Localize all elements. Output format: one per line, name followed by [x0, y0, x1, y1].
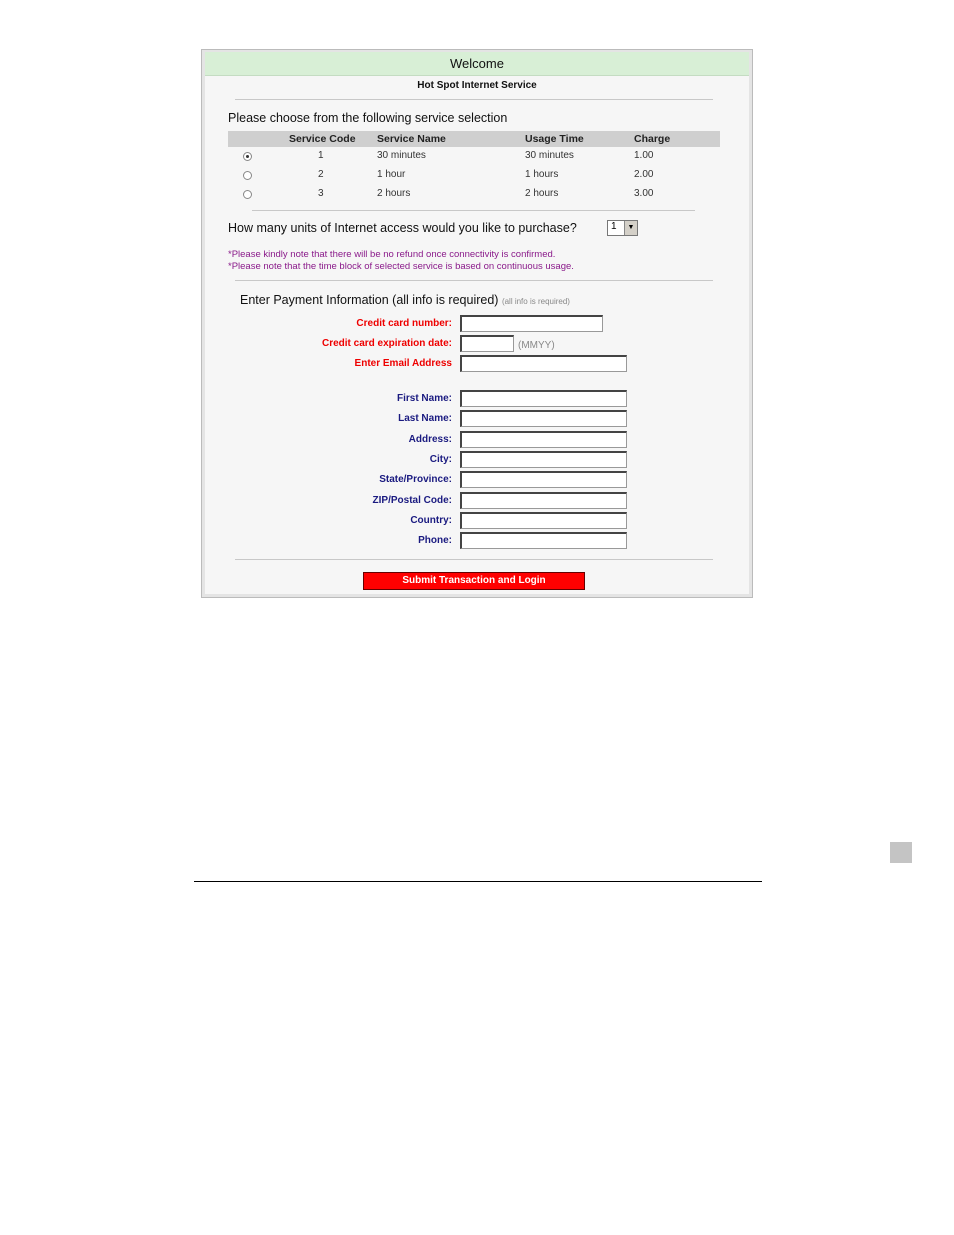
- table-row: 2 1 hour 1 hours 2.00: [228, 168, 720, 186]
- divider: [235, 280, 713, 281]
- service-radio-2[interactable]: [243, 171, 252, 180]
- service-name: 2 hours: [377, 188, 411, 199]
- service-code: 3: [318, 188, 324, 199]
- table-row: 1 30 minutes 30 minutes 1.00: [228, 149, 720, 167]
- state-input[interactable]: [460, 471, 627, 488]
- email-label: Enter Email Address: [354, 358, 452, 369]
- address-label: Address:: [408, 434, 452, 445]
- units-value: 1: [611, 221, 617, 232]
- first-name-label: First Name:: [396, 393, 452, 404]
- units-question: How many units of Internet access would …: [228, 221, 577, 235]
- cc-exp-label: Credit card expiration date:: [321, 338, 452, 349]
- phone-input[interactable]: [460, 532, 627, 549]
- service-name: 30 minutes: [377, 150, 426, 161]
- units-select[interactable]: 1 ▼: [607, 220, 638, 236]
- col-service-code: Service Code: [289, 133, 356, 145]
- chevron-down-icon[interactable]: ▼: [624, 221, 637, 235]
- divider: [252, 210, 695, 211]
- service-code: 1: [318, 150, 324, 161]
- col-service-name: Service Name: [377, 133, 446, 145]
- charge: 2.00: [634, 169, 654, 180]
- payment-title-note: (all info is required): [501, 297, 570, 306]
- charge: 1.00: [634, 150, 654, 161]
- payment-title-text: Enter Payment Information (all info is r…: [240, 293, 499, 307]
- address-input[interactable]: [460, 431, 627, 448]
- city-label: City:: [429, 454, 452, 465]
- first-name-input[interactable]: [460, 390, 627, 407]
- payment-title: Enter Payment Information (all info is r…: [240, 293, 570, 307]
- cc-number-input[interactable]: [460, 315, 603, 332]
- email-input[interactable]: [460, 355, 627, 372]
- cc-exp-input[interactable]: [460, 335, 514, 352]
- cc-exp-hint: (MMYY): [518, 340, 555, 351]
- col-charge: Charge: [634, 133, 671, 145]
- service-radio-3[interactable]: [243, 190, 252, 199]
- table-row: 3 2 hours 2 hours 3.00: [228, 187, 720, 205]
- service-subtitle: Hot Spot Internet Service: [417, 80, 537, 91]
- last-name-label: Last Name:: [398, 413, 452, 424]
- col-usage-time: Usage Time: [525, 133, 584, 145]
- submit-button[interactable]: Submit Transaction and Login: [363, 572, 585, 590]
- document-page: Welcome Hot Spot Internet Service Please…: [0, 0, 954, 1235]
- service-name: 1 hour: [377, 169, 406, 180]
- last-name-input[interactable]: [460, 410, 627, 427]
- usage-time: 30 minutes: [525, 150, 574, 161]
- service-table-header: Service Code Service Name Usage Time Cha…: [228, 131, 720, 147]
- service-radio-1[interactable]: [243, 152, 252, 161]
- phone-label: Phone:: [418, 535, 452, 546]
- gray-marker: [890, 842, 912, 863]
- usage-time: 2 hours: [525, 188, 559, 199]
- refund-note: *Please kindly note that there will be n…: [228, 249, 556, 260]
- service-prompt: Please choose from the following service…: [228, 111, 508, 125]
- state-label: State/Province:: [379, 474, 452, 485]
- country-input[interactable]: [460, 512, 627, 529]
- city-input[interactable]: [460, 451, 627, 468]
- page-rule: [194, 881, 762, 882]
- divider: [235, 99, 713, 100]
- charge: 3.00: [634, 188, 654, 199]
- usage-time: 1 hours: [525, 169, 559, 180]
- divider: [235, 559, 713, 560]
- zip-label: ZIP/Postal Code:: [372, 495, 452, 506]
- cc-number-label: Credit card number:: [356, 318, 452, 329]
- country-label: Country:: [410, 515, 452, 526]
- zip-input[interactable]: [460, 492, 627, 509]
- welcome-header: Welcome: [205, 52, 749, 76]
- continuous-usage-note: *Please note that the time block of sele…: [228, 261, 574, 272]
- service-code: 2: [318, 169, 324, 180]
